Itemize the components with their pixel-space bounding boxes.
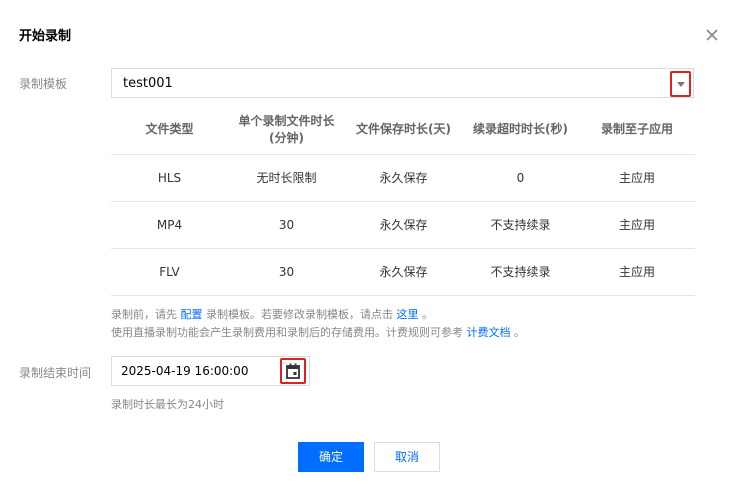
table-cell: 无时长限制 xyxy=(228,154,345,202)
table-cell: 主应用 xyxy=(579,248,695,296)
table-cell: 0 xyxy=(462,154,579,202)
confirm-button[interactable]: 确定 xyxy=(298,442,364,472)
dialog-title: 开始录制 xyxy=(19,29,72,44)
modify-here-link[interactable]: 这里 xyxy=(397,308,419,321)
header-file-duration-text: 单个录制文件时长 (分钟) xyxy=(238,113,335,145)
template-table: 文件类型 单个录制文件时长 (分钟) 文件保存时长(天) 续录超时时长(秒) 录… xyxy=(111,106,695,296)
billing-doc-link[interactable]: 计费文档 xyxy=(467,326,511,339)
end-time-value: 2025-04-19 16:00:00 xyxy=(121,364,249,378)
table-cell: 主应用 xyxy=(579,201,695,249)
template-select-value: test001 xyxy=(123,76,173,91)
template-note: 录制前，请先 配置 录制模板。若要修改录制模板，请点击 这里 。 xyxy=(111,308,433,321)
table-cell: 不支持续录 xyxy=(462,201,579,249)
table-cell: 永久保存 xyxy=(345,154,462,202)
template-label: 录制模板 xyxy=(19,77,68,91)
header-retention: 文件保存时长(天) xyxy=(345,106,462,155)
header-resume-timeout: 续录超时时长(秒) xyxy=(462,106,579,155)
table-row: MP4 30 永久保存 不支持续录 主应用 xyxy=(111,201,695,249)
table-row: FLV 30 永久保存 不支持续录 主应用 xyxy=(111,248,695,296)
header-sub-app: 录制至子应用 xyxy=(579,106,695,155)
end-time-label: 录制结束时间 xyxy=(19,366,92,380)
table-row: HLS 无时长限制 永久保存 0 主应用 xyxy=(111,154,695,202)
cancel-button[interactable]: 取消 xyxy=(374,442,440,472)
template-select[interactable]: test001 xyxy=(111,68,694,98)
calendar-icon[interactable] xyxy=(280,358,306,384)
table-cell: 30 xyxy=(228,248,345,296)
configure-link[interactable]: 配置 xyxy=(181,308,203,321)
table-cell: MP4 xyxy=(111,201,228,249)
caret-down-icon[interactable] xyxy=(670,71,691,97)
table-cell: 30 xyxy=(228,201,345,249)
billing-note: 使用直播录制功能会产生录制费用和录制后的存储费用。计费规则可参考 计费文档 。 xyxy=(111,326,525,339)
table-cell: 永久保存 xyxy=(345,201,462,249)
table-cell: 永久保存 xyxy=(345,248,462,296)
table-cell: 不支持续录 xyxy=(462,248,579,296)
start-recording-dialog: 开始录制 录制模板 test001 文件类型 单个录制文件时长 (分钟) 文件保… xyxy=(0,0,737,494)
close-icon[interactable] xyxy=(703,26,721,44)
table-header-row: 文件类型 单个录制文件时长 (分钟) 文件保存时长(天) 续录超时时长(秒) 录… xyxy=(111,106,695,155)
table-cell: FLV xyxy=(111,248,228,296)
header-file-type: 文件类型 xyxy=(111,106,228,155)
table-cell: HLS xyxy=(111,154,228,202)
duration-hint: 录制时长最长为24小时 xyxy=(111,398,224,411)
header-file-duration: 单个录制文件时长 (分钟) xyxy=(228,106,345,155)
table-cell: 主应用 xyxy=(579,154,695,202)
end-time-picker[interactable]: 2025-04-19 16:00:00 xyxy=(111,356,310,386)
